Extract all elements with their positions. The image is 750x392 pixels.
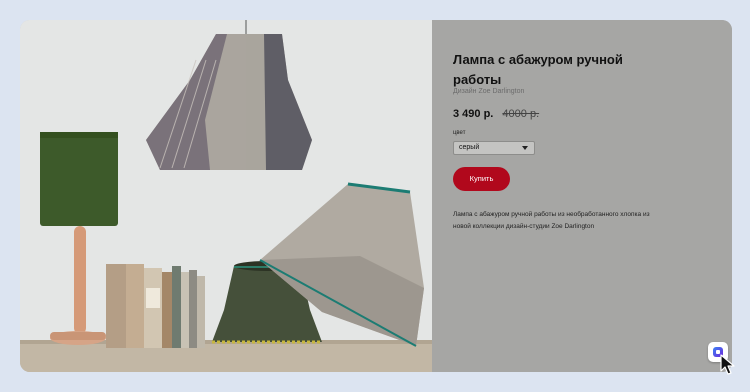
- product-details-panel: Лампа с абажуром ручной работы Дизайн Zo…: [432, 20, 732, 372]
- color-select-value: серый: [459, 144, 480, 151]
- product-photo: [20, 20, 432, 372]
- product-designer: Дизайн Zoe Darlington: [453, 88, 525, 95]
- mouse-pointer-icon: [720, 354, 738, 381]
- product-card: Лампа с абажуром ручной работы Дизайн Zo…: [20, 20, 732, 372]
- price-row: 3 490 р. 4000 р.: [453, 108, 539, 120]
- product-description: Лампа с абажуром ручной работы из необра…: [453, 211, 650, 230]
- chevron-down-icon: [522, 146, 528, 150]
- color-select[interactable]: серый: [453, 141, 535, 155]
- color-label: цвет: [453, 130, 466, 136]
- price-current: 3 490 р.: [453, 108, 494, 120]
- price-old: 4000 р.: [502, 108, 540, 120]
- lamp-scene-image: [20, 20, 432, 372]
- buy-button[interactable]: Купить: [453, 167, 510, 191]
- product-title: Лампа с абажуром ручной работы: [453, 52, 623, 87]
